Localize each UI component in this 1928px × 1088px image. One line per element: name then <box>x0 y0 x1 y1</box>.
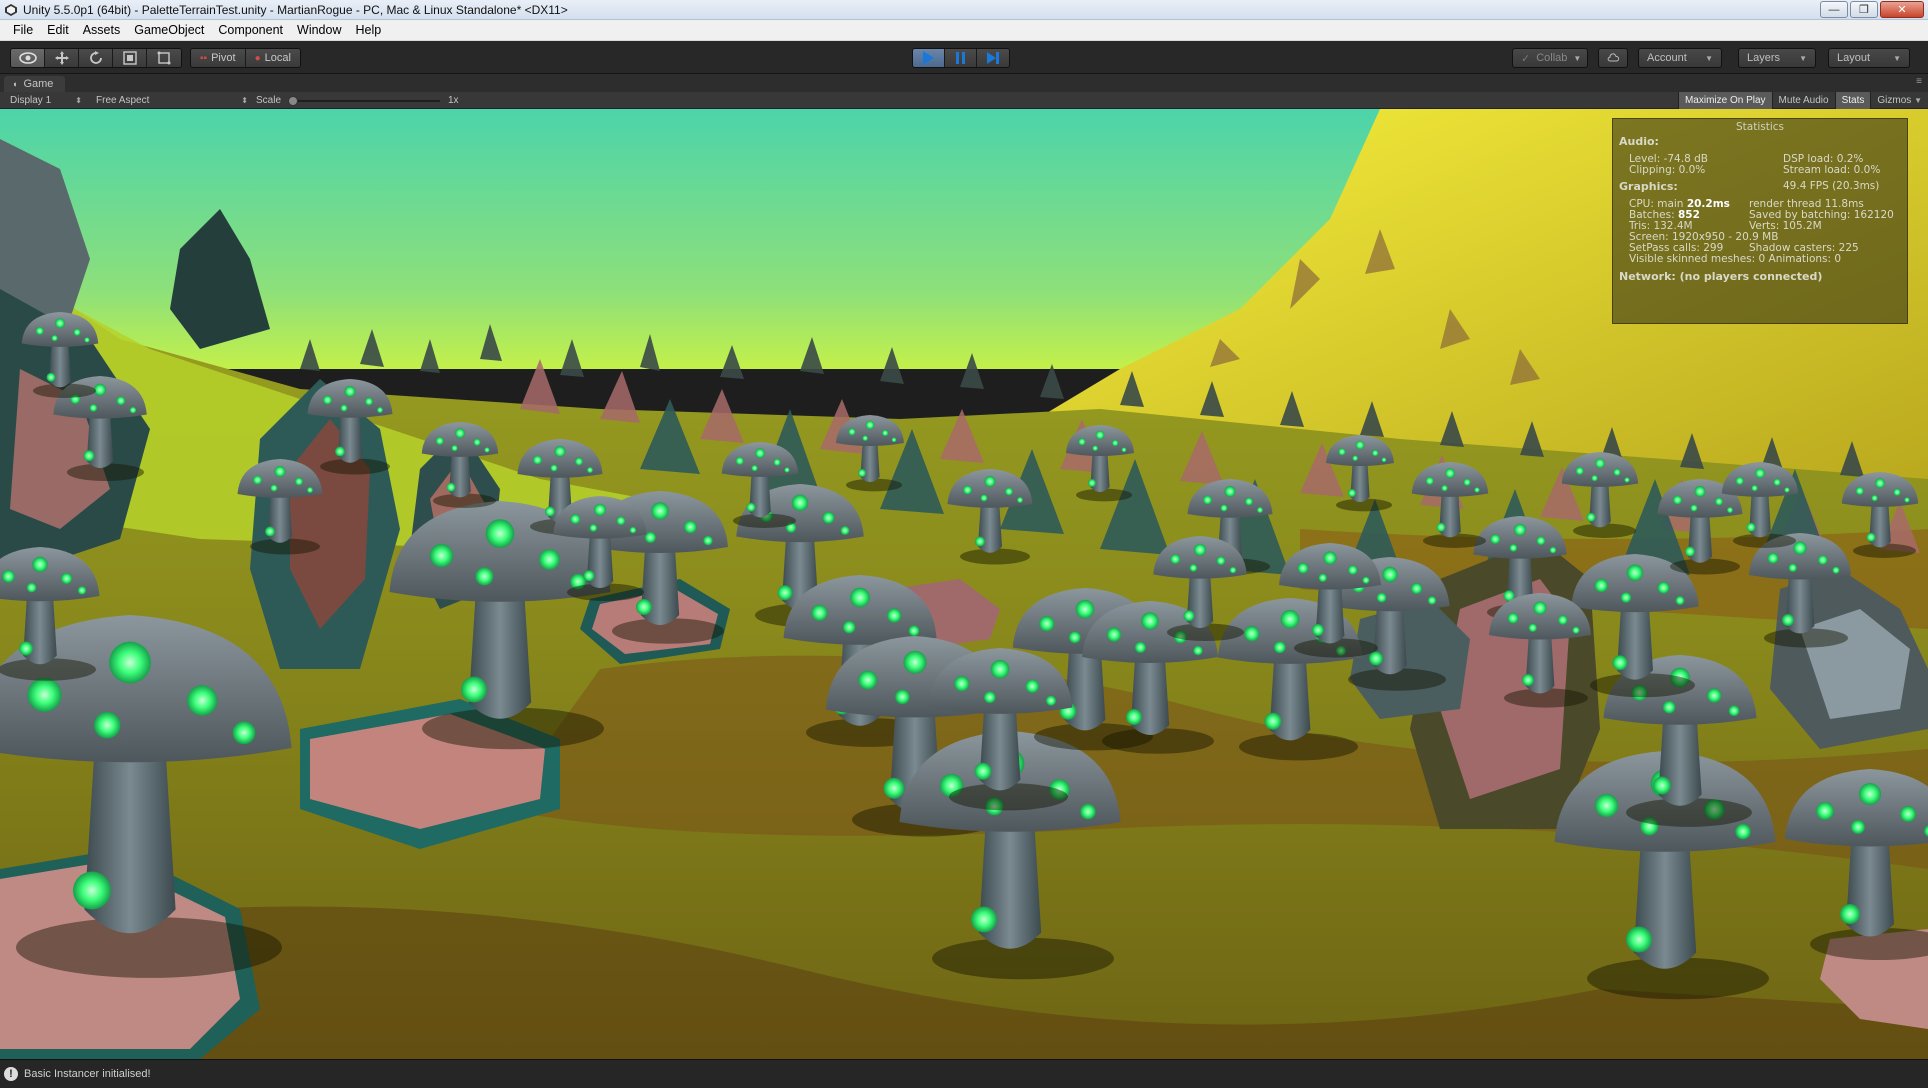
chevron-down-icon: ▼ <box>1799 53 1807 63</box>
playback-controls <box>912 48 1010 68</box>
minimize-button[interactable]: — <box>1820 1 1848 18</box>
maximize-button[interactable]: ❐ <box>1850 1 1878 18</box>
pivot-toggle[interactable]: ▪▪ Pivot <box>191 49 246 67</box>
pause-button[interactable] <box>945 49 977 67</box>
menu-bar: File Edit Assets GameObject Component Wi… <box>0 20 1928 41</box>
rotate-tool-button[interactable] <box>79 49 113 67</box>
menu-file[interactable]: File <box>6 20 40 41</box>
layout-dropdown[interactable]: Layout ▼ <box>1828 48 1910 68</box>
network-status: Network: (no players connected) <box>1619 270 1823 283</box>
chevron-down-icon: ▼ <box>1705 53 1713 63</box>
scale-tool-button[interactable] <box>113 49 147 67</box>
unity-toolbar: ▪▪ Pivot ● Local ✓ Collab ▼ Account ▼ La… <box>0 41 1928 74</box>
aspect-label: Free Aspect <box>96 95 150 106</box>
move-tool-button[interactable] <box>45 49 79 67</box>
audio-header: Audio: <box>1619 135 1659 148</box>
status-message: Basic Instancer initialised! <box>24 1068 151 1080</box>
pivot-icon: ▪▪ <box>200 52 208 64</box>
game-tab-bar: ◖ Game ≡ <box>0 74 1928 92</box>
window-title-bar: Unity 5.5.0p1 (64bit) - PaletteTerrainTe… <box>0 0 1928 20</box>
chevron-down-icon: ▼ <box>1914 96 1922 105</box>
audio-clipping: Clipping: 0.0% <box>1629 164 1706 176</box>
game-controller-icon: ◖ <box>12 79 18 89</box>
cloud-button[interactable] <box>1598 48 1628 68</box>
display-label: Display 1 <box>10 95 52 106</box>
local-toggle[interactable]: ● Local <box>245 49 300 67</box>
view-tool-button[interactable] <box>11 49 45 67</box>
collab-label: Collab <box>1536 52 1568 64</box>
window-title: Unity 5.5.0p1 (64bit) - PaletteTerrainTe… <box>23 2 568 17</box>
local-icon: ● <box>254 52 261 64</box>
layout-label: Layout <box>1837 52 1871 64</box>
step-button[interactable] <box>977 49 1009 67</box>
menu-window[interactable]: Window <box>290 20 348 41</box>
maximize-on-play-toggle[interactable]: Maximize On Play <box>1677 92 1772 109</box>
menu-edit[interactable]: Edit <box>40 20 76 41</box>
layers-dropdown[interactable]: Layers ▼ <box>1738 48 1816 68</box>
updown-icon: ⬍ <box>241 96 248 105</box>
move-arrows-icon <box>54 51 69 65</box>
layers-label: Layers <box>1747 52 1781 64</box>
tab-game[interactable]: ◖ Game <box>4 76 66 92</box>
collab-check-icon: ✓ <box>1521 52 1531 65</box>
collab-dropdown[interactable]: ✓ Collab ▼ <box>1512 48 1588 68</box>
pivot-handle-group: ▪▪ Pivot ● Local <box>190 48 301 68</box>
menu-gameobject[interactable]: GameObject <box>127 20 211 41</box>
game-viewport[interactable]: Statistics Audio: Level: -74.8 dB DSP lo… <box>0 109 1928 1059</box>
game-view-toolbar: Display 1 ⬍ Free Aspect ⬍ Scale 1x Maxim… <box>0 92 1928 109</box>
menu-assets[interactable]: Assets <box>76 20 128 41</box>
rect-tool-button[interactable] <box>147 49 181 67</box>
gizmos-dropdown[interactable]: Gizmos ▼ <box>1870 92 1928 109</box>
stats-toggle[interactable]: Stats <box>1834 92 1871 109</box>
tab-game-label: Game <box>23 78 54 90</box>
pivot-label: Pivot <box>211 52 236 64</box>
menu-help[interactable]: Help <box>348 20 388 41</box>
fps-readout: 49.4 FPS (20.3ms) <box>1783 180 1880 192</box>
unity-logo-icon <box>5 3 17 16</box>
skinned-meshes: Visible skinned meshes: 0 Animations: 0 <box>1629 253 1842 265</box>
tab-menu-icon[interactable]: ≡ <box>1916 76 1922 87</box>
step-icon <box>987 52 999 64</box>
pause-icon <box>956 52 965 64</box>
rect-transform-icon <box>157 51 171 65</box>
graphics-header: Graphics: <box>1619 180 1678 193</box>
gizmos-label: Gizmos <box>1877 95 1912 106</box>
stream-load: Stream load: 0.0% <box>1783 164 1881 176</box>
status-bar[interactable]: ! Basic Instancer initialised! <box>0 1059 1928 1088</box>
close-button[interactable]: ✕ <box>1880 1 1924 18</box>
chevron-down-icon: ▼ <box>1573 53 1582 63</box>
scale-icon <box>122 51 137 65</box>
scale-label: Scale <box>256 95 282 106</box>
chevron-down-icon: ▼ <box>1893 53 1901 63</box>
scale-slider-handle[interactable] <box>288 96 298 106</box>
scale-slider-track[interactable] <box>290 100 440 102</box>
display-dropdown[interactable]: Display 1 ⬍ <box>10 92 82 109</box>
account-dropdown[interactable]: Account ▼ <box>1638 48 1722 68</box>
scale-value: 1x <box>448 95 459 106</box>
mute-audio-toggle[interactable]: Mute Audio <box>1771 92 1835 109</box>
transform-tools <box>10 48 182 68</box>
account-label: Account <box>1647 52 1687 64</box>
local-label: Local <box>264 52 291 64</box>
menu-component[interactable]: Component <box>211 20 290 41</box>
info-icon: ! <box>4 1067 18 1081</box>
updown-icon: ⬍ <box>75 96 82 105</box>
eye-icon <box>18 52 37 64</box>
play-icon <box>923 51 934 65</box>
statistics-panel: Statistics Audio: Level: -74.8 dB DSP lo… <box>1612 118 1908 324</box>
cloud-icon <box>1607 53 1619 62</box>
statistics-title: Statistics <box>1736 121 1784 133</box>
rotate-icon <box>89 51 102 64</box>
play-button[interactable] <box>913 49 945 67</box>
aspect-dropdown[interactable]: Free Aspect ⬍ <box>96 92 248 109</box>
